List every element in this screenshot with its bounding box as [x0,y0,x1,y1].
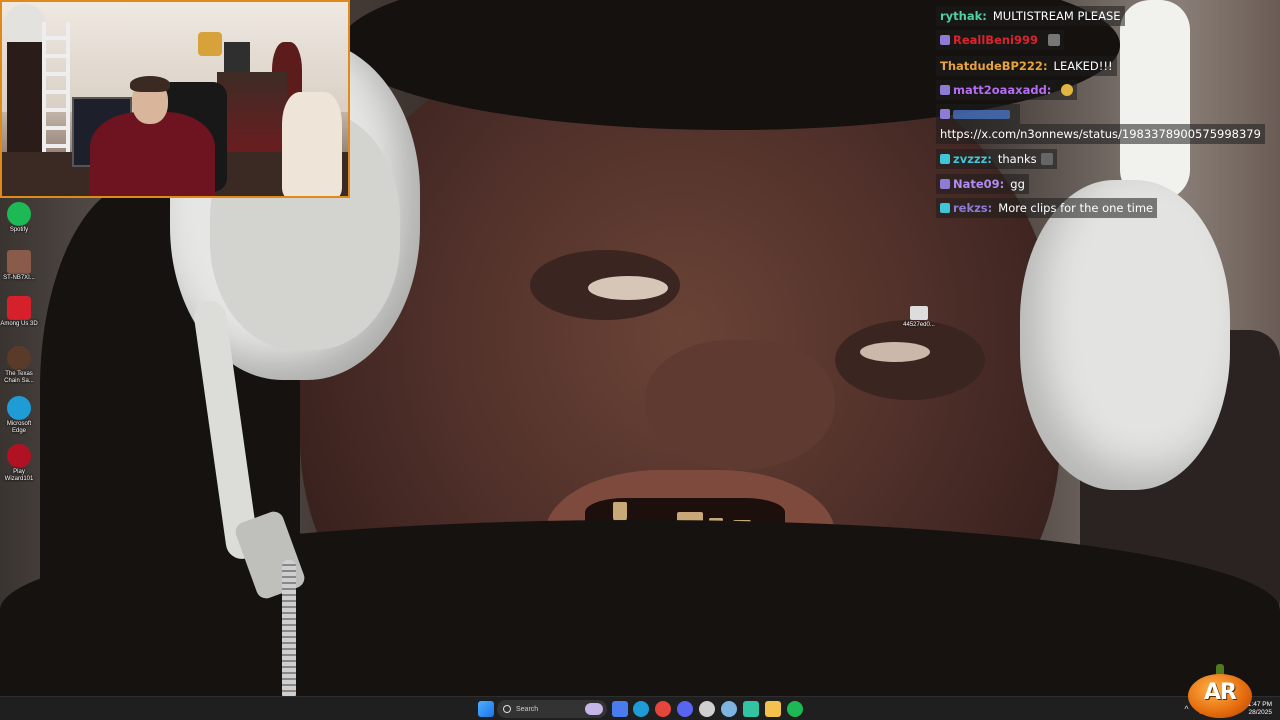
chat-message [936,104,1020,124]
chat-emote-icon [1061,84,1074,96]
chat-text: More clips for the one time [998,201,1154,215]
sub-badge-icon [940,35,950,45]
windows-start-icon[interactable] [478,701,494,717]
chain-necklace [282,560,296,700]
chat-text: https://x.com/n3onnews/status/1983378900… [940,127,1261,141]
logo-text: AR [1204,680,1237,705]
desktop-icon-label: Play Wizard101 [4,469,34,482]
discord-icon[interactable] [677,701,693,717]
texas-chainsaw-icon [7,346,31,370]
halloween-shelf [217,72,287,152]
chat-message: https://x.com/n3onnews/status/1983378900… [936,124,1265,144]
file-explorer-icon[interactable] [765,701,781,717]
chat-username: ReallBeni999 [953,33,1038,47]
chat-message: ThatdudeBP222: LEAKED!!! [936,56,1117,76]
cross-decoration [224,42,250,76]
streamlabs-icon[interactable] [743,701,759,717]
video-thumb-icon [7,250,31,274]
black-shirt [0,520,1280,700]
spotify-icon [7,202,31,226]
desktop-icon-wizard101[interactable]: Play Wizard101 [0,444,38,483]
taskbar-search-box[interactable]: Search [497,700,607,718]
right-eye [860,342,930,362]
chat-username: ThatdudeBP222: [940,59,1048,73]
desktop-icon-label: Among Us 3D [0,321,38,327]
search-icon [503,705,511,713]
chat-message: matt2oaaxadd: [936,80,1078,100]
skeleton-ladder-decoration [42,22,70,172]
edge-taskbar-icon[interactable] [633,701,649,717]
desktop-icon-label: Spotify [9,227,29,233]
sub-badge-icon [940,85,950,95]
search-highlight-icon [585,703,603,715]
sub-badge-icon [940,154,950,164]
webcam-overlay [0,0,350,198]
moon-decoration [4,4,46,46]
wizard101-icon [7,444,31,468]
chat-message: ReallBeni999 [936,30,1064,50]
sub-badge-icon [940,109,950,119]
chat-text: gg [1010,177,1025,191]
doll-decoration [282,92,342,196]
chat-emote-icon [1040,153,1053,165]
file-thumbnail-icon [910,306,928,320]
chat-message: Nate09: gg [936,174,1029,194]
chat-username [952,109,1010,119]
sub-badge-icon [940,179,950,189]
sub-badge-icon [940,203,950,213]
chat-text: MULTISTREAM PLEASE [992,9,1121,23]
desktop-icon-label: ST-NB7XI... [3,275,35,281]
desktop-icon-spotify[interactable]: Spotify [0,202,38,234]
headphone-right [1020,180,1230,490]
search-label: Search [516,705,539,713]
desktop-icon-among-us[interactable]: Among Us 3D [0,296,38,328]
webcam-doorway [7,42,43,152]
left-eye [588,276,668,300]
headphone-band [1120,0,1190,200]
desktop-icon-texas-chainsaw[interactable]: The Texas Chain Sa... [0,346,38,385]
chrome-icon[interactable] [655,701,671,717]
ar-pumpkin-logo: AR [1188,664,1252,718]
spotify-taskbar-icon[interactable] [787,701,803,717]
dragged-file[interactable]: 44527ed0... [900,306,938,328]
chat-username: Nate09: [953,177,1005,191]
streamer-hoodie [90,112,215,196]
chat-message: zvzzz: thanks [936,149,1057,169]
edge-icon [7,396,31,420]
copilot-icon[interactable] [612,701,628,717]
among-us-icon [7,296,31,320]
chat-emote-icon [1048,34,1060,46]
desktop-icon-label: The Texas Chain Sa... [4,371,34,384]
desktop-icon-video[interactable]: ST-NB7XI... [0,250,38,282]
dragged-file-label: 44527ed0... [903,322,935,328]
chat-username: rythak: [940,9,987,23]
streamer-hair [130,76,170,92]
chat-username: matt2oaaxadd: [953,83,1052,97]
chat-message: rythak: MULTISTREAM PLEASE [936,6,1125,26]
chat-username: rekzs: [953,201,993,215]
desktop-icon-label: Microsoft Edge [6,421,32,434]
steam-icon[interactable] [721,701,737,717]
chat-username: zvzzz: [953,152,992,166]
nose [645,340,835,470]
stream-screen: Spotify ST-NB7XI... Among Us 3D The Texa… [0,0,1280,720]
chat-message: rekzs: More clips for the one time [936,198,1158,218]
taskbar: Search ^ 11:47 PM 28/2025 [0,696,1280,720]
chat-text: LEAKED!!! [1053,59,1113,73]
wall-sign [198,32,222,56]
chat-text: thanks [997,152,1037,166]
obs-icon[interactable] [699,701,715,717]
desktop-icon-edge[interactable]: Microsoft Edge [0,396,38,435]
